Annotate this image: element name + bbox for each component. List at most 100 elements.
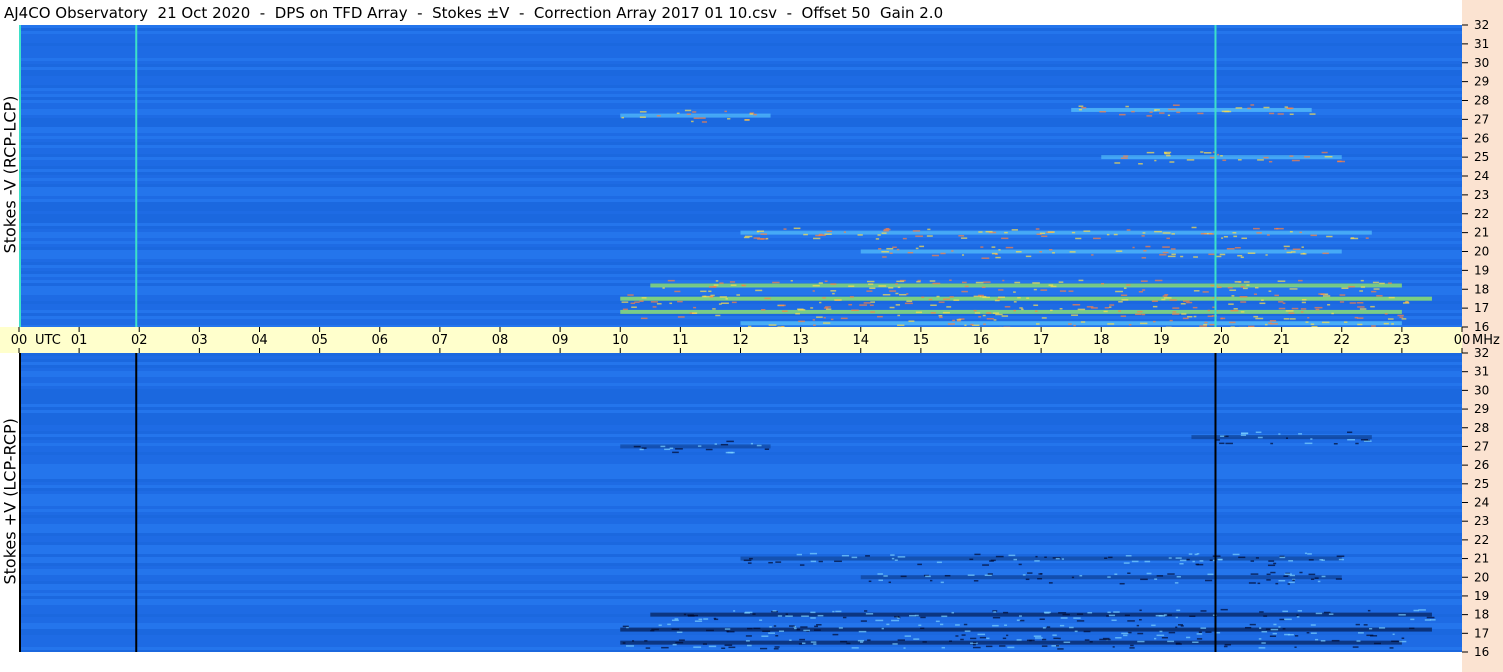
activity-speckle — [1282, 628, 1286, 630]
frequency-tick-label: 22 — [1474, 207, 1489, 221]
activity-speckle — [690, 614, 698, 617]
activity-speckle — [1246, 284, 1250, 286]
activity-speckle — [1156, 634, 1165, 637]
activity-speckle — [1224, 643, 1232, 646]
activity-speckle — [885, 227, 890, 230]
activity-speckle — [1022, 574, 1026, 576]
activity-speckle — [713, 617, 717, 620]
frequency-tick-label: 19 — [1474, 589, 1489, 603]
activity-speckle — [1356, 640, 1361, 642]
activity-speckle — [1186, 558, 1190, 561]
frequency-axis-bottom: 16 17 18 19 20 21 22 23 24 25 26 27 28 29 30 31 32 — [1462, 346, 1489, 659]
activity-speckle — [1310, 624, 1316, 626]
background-stripe — [19, 61, 1462, 64]
activity-speckle — [1071, 231, 1076, 234]
activity-speckle — [972, 643, 976, 646]
background-stripe — [19, 190, 1462, 193]
frequency-tick-label: 20 — [1474, 245, 1489, 259]
activity-speckle — [743, 236, 750, 239]
activity-speckle — [963, 623, 968, 626]
activity-speckle — [760, 647, 768, 650]
activity-speckle — [917, 563, 922, 566]
activity-speckle — [961, 634, 966, 636]
activity-speckle — [1047, 231, 1055, 233]
activity-speckle — [1310, 438, 1313, 440]
activity-speckle — [834, 299, 842, 301]
background-stripe — [19, 127, 1462, 130]
activity-speckle — [1131, 110, 1135, 113]
activity-speckle — [895, 292, 899, 295]
activity-speckle — [1113, 233, 1118, 236]
background-stripe — [19, 527, 1462, 530]
background-stripe — [19, 401, 1462, 404]
activity-speckle — [1357, 323, 1363, 326]
activity-speckle — [1310, 234, 1317, 237]
activity-speckle — [724, 628, 731, 630]
activity-speckle — [894, 559, 898, 561]
activity-speckle — [1367, 609, 1371, 612]
activity-speckle — [1291, 251, 1296, 253]
activity-speckle — [859, 641, 864, 643]
background-stripe — [19, 587, 1462, 590]
activity-speckle — [986, 637, 990, 640]
activity-speckle — [721, 647, 726, 650]
activity-speckle — [1044, 556, 1047, 558]
activity-band — [620, 640, 1402, 645]
activity-speckle — [769, 626, 772, 628]
activity-speckle — [1104, 307, 1110, 309]
activity-speckle — [1296, 616, 1300, 618]
activity-speckle — [1018, 563, 1022, 566]
activity-speckle — [1014, 281, 1021, 284]
background-stripe — [19, 569, 1462, 572]
activity-speckle — [995, 256, 1001, 259]
activity-speckle — [903, 647, 906, 649]
activity-speckle — [835, 610, 842, 613]
activity-speckle — [810, 617, 816, 619]
activity-speckle — [803, 629, 810, 632]
activity-speckle — [1387, 318, 1394, 320]
activity-speckle — [1013, 301, 1017, 303]
utc-tick-label: 08 — [492, 333, 509, 348]
frequency-tick-label: 27 — [1474, 439, 1489, 453]
activity-speckle — [760, 233, 768, 235]
activity-speckle — [701, 121, 708, 123]
activity-speckle — [756, 230, 765, 232]
activity-speckle — [1124, 614, 1130, 617]
activity-speckle — [822, 297, 826, 299]
activity-speckle — [1100, 282, 1105, 285]
activity-speckle — [1126, 284, 1131, 286]
activity-speckle — [889, 306, 895, 309]
activity-speckle — [1266, 234, 1270, 236]
background-stripe — [19, 407, 1462, 410]
activity-speckle — [1283, 618, 1292, 621]
activity-speckle — [1384, 313, 1388, 315]
activity-speckle — [1239, 296, 1248, 298]
frequency-tick-label: 21 — [1474, 226, 1489, 240]
activity-speckle — [1259, 611, 1264, 613]
activity-speckle — [960, 237, 968, 239]
activity-speckle — [1278, 433, 1281, 435]
activity-speckle — [1128, 323, 1132, 326]
activity-speckle — [1270, 323, 1278, 325]
background-stripe — [19, 608, 1462, 611]
activity-speckle — [1278, 579, 1286, 582]
activity-speckle — [1144, 560, 1151, 563]
background-stripe — [19, 617, 1462, 620]
background-stripe — [19, 500, 1462, 503]
activity-band — [740, 556, 1342, 561]
activity-speckle — [1106, 233, 1110, 236]
activity-speckle — [970, 637, 977, 640]
activity-speckle — [1234, 246, 1241, 249]
utc-tick-label: 10 — [612, 333, 629, 348]
activity-speckle — [1161, 298, 1166, 301]
activity-speckle — [944, 574, 951, 577]
activity-speckle — [1001, 315, 1009, 317]
activity-band — [860, 575, 1342, 580]
activity-speckle — [796, 553, 802, 556]
activity-speckle — [1181, 313, 1187, 315]
activity-speckle — [756, 444, 762, 447]
activity-speckle — [1327, 304, 1331, 306]
activity-speckle — [902, 237, 907, 240]
activity-speckle — [1115, 637, 1122, 639]
activity-speckle — [993, 319, 997, 321]
